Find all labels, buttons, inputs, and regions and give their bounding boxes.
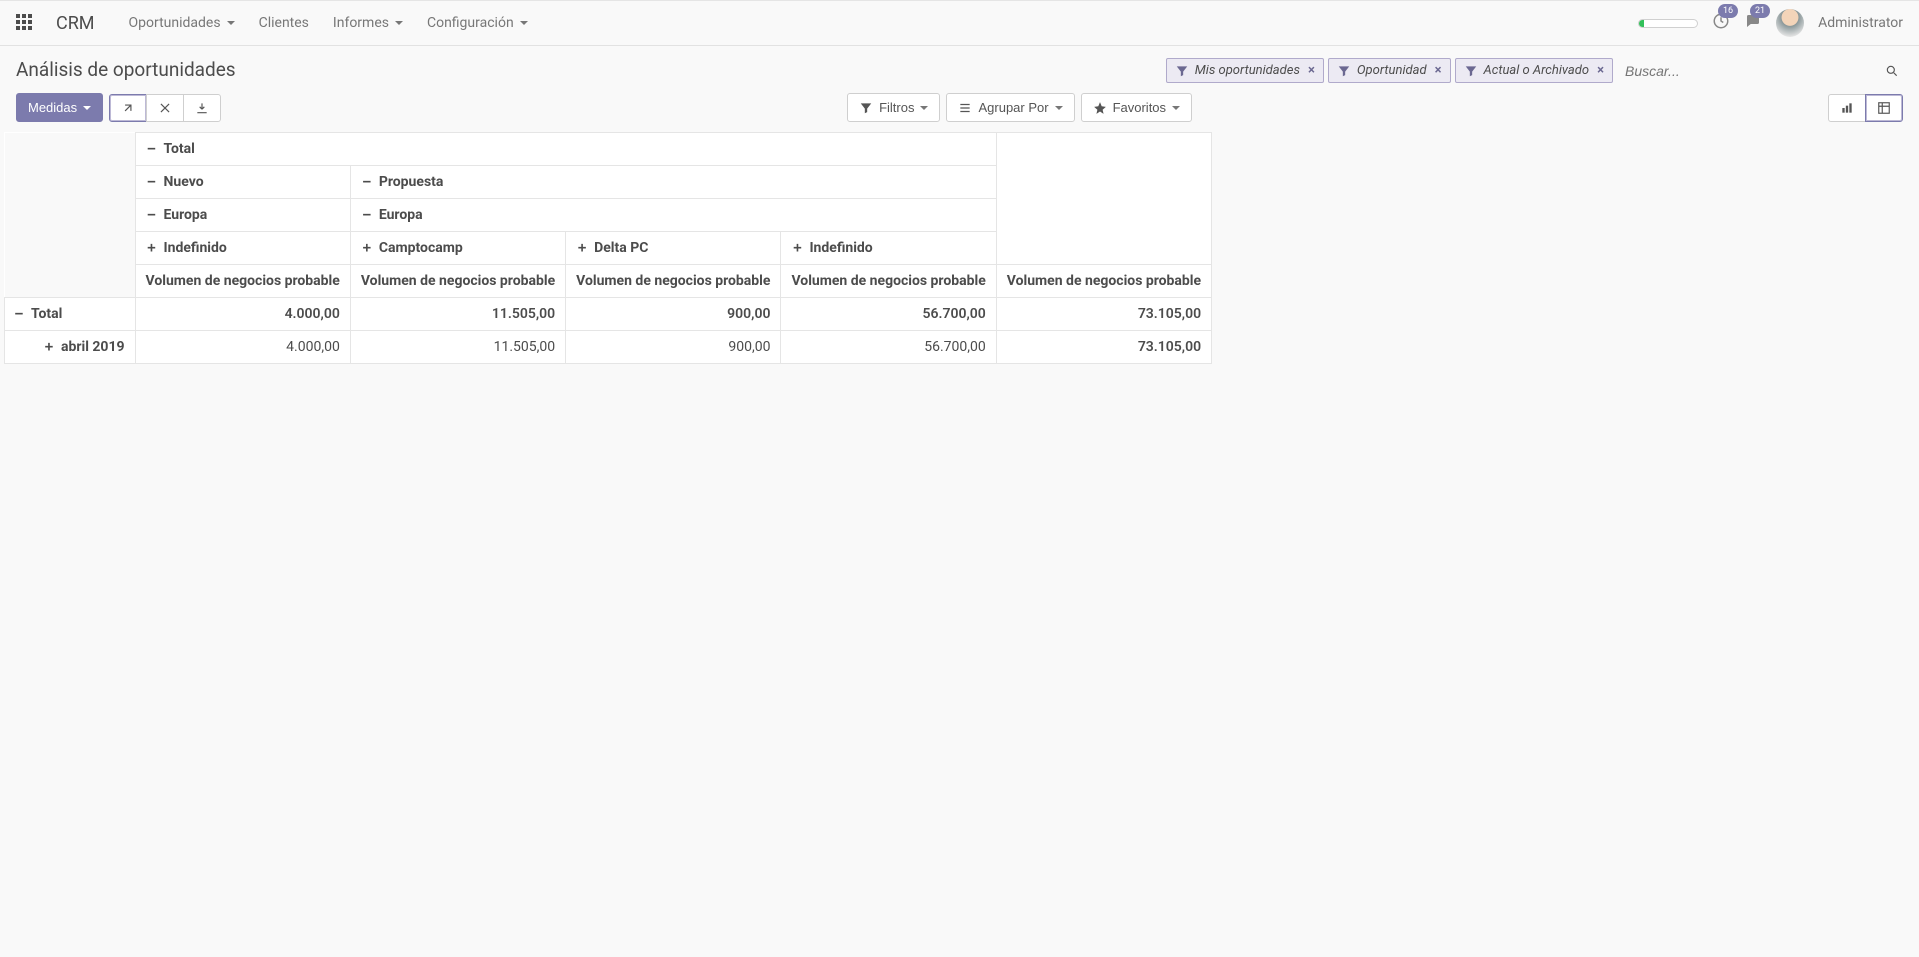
cell: 73.105,00 (996, 298, 1211, 331)
download-button[interactable] (183, 94, 221, 122)
pivot-view-button[interactable] (1865, 94, 1903, 122)
username[interactable]: Administrator (1818, 15, 1903, 31)
bar-chart-icon (1840, 101, 1854, 115)
filter-chip-label: Oportunidad (1357, 63, 1427, 78)
expand-all-button[interactable] (109, 94, 147, 122)
col-header-region[interactable]: −Europa (135, 199, 350, 232)
pivot-icon (1877, 101, 1891, 115)
table-row: +abril 2019 4.000,00 11.505,00 900,00 56… (5, 331, 1212, 364)
pivot-table: −Total −Nuevo −Propuesta −Europa −Europa… (4, 132, 1212, 364)
star-icon (1093, 101, 1107, 115)
search-icon (1885, 64, 1899, 78)
measures-button[interactable]: Medidas (16, 93, 103, 122)
cell: 56.700,00 (781, 331, 996, 364)
search-button[interactable] (1881, 59, 1903, 82)
cell: 900,00 (566, 331, 781, 364)
col-header-stage[interactable]: −Nuevo (135, 166, 350, 199)
filter-chip[interactable]: Oportunidad × (1328, 58, 1451, 83)
search-area: Mis oportunidades × Oportunidad × Actual… (1166, 58, 1903, 83)
funnel-icon (1337, 64, 1351, 78)
funnel-icon (1175, 64, 1189, 78)
filter-chip[interactable]: Mis oportunidades × (1166, 58, 1324, 83)
list-icon (958, 101, 972, 115)
brand[interactable]: CRM (56, 13, 95, 34)
col-header-grand-total (996, 133, 1211, 265)
pivot-corner (5, 133, 136, 298)
col-header-region[interactable]: −Europa (350, 199, 996, 232)
chevron-down-icon (920, 106, 928, 110)
col-header-leaf[interactable]: +Delta PC (566, 232, 781, 265)
measure-header[interactable]: Volumen de negocios probable (566, 265, 781, 298)
measure-header[interactable]: Volumen de negocios probable (135, 265, 350, 298)
measure-header[interactable]: Volumen de negocios probable (781, 265, 996, 298)
filters-label: Filtros (879, 100, 914, 115)
nav-item-label: Oportunidades (129, 15, 221, 31)
col-header-leaf[interactable]: +Indefinido (135, 232, 350, 265)
row-header[interactable]: −Total (5, 298, 136, 331)
control-bar: Análisis de oportunidades Mis oportunida… (0, 46, 1919, 83)
cell: 11.505,00 (350, 298, 565, 331)
measure-header[interactable]: Volumen de negocios probable (350, 265, 565, 298)
cell: 56.700,00 (781, 298, 996, 331)
activity-badge: 16 (1718, 4, 1738, 18)
nav-item-clientes[interactable]: Clientes (247, 15, 321, 31)
funnel-icon (859, 101, 873, 115)
topbar: CRM Oportunidades Clientes Informes Conf… (0, 0, 1919, 46)
col-header-total[interactable]: −Total (135, 133, 996, 166)
row-header[interactable]: +abril 2019 (5, 331, 136, 364)
nav-item-informes[interactable]: Informes (321, 15, 415, 31)
cell: 4.000,00 (135, 331, 350, 364)
measures-label: Medidas (28, 100, 77, 115)
nav-item-label: Clientes (259, 15, 309, 31)
chevron-down-icon (1172, 106, 1180, 110)
filter-chip[interactable]: Actual o Archivado × (1455, 58, 1613, 83)
expand-icon (121, 101, 135, 115)
graph-view-button[interactable] (1828, 94, 1866, 122)
activity-icon[interactable]: 16 (1712, 12, 1730, 34)
cell: 4.000,00 (135, 298, 350, 331)
pivot-action-group (109, 94, 221, 122)
toolbar: Medidas Filtros Agrupar Por Favoritos (0, 83, 1919, 132)
download-icon (195, 101, 209, 115)
close-icon[interactable]: × (1597, 63, 1604, 78)
nav-item-oportunidades[interactable]: Oportunidades (117, 15, 247, 31)
messaging-icon[interactable]: 21 (1744, 12, 1762, 34)
pivot-table-container: −Total −Nuevo −Propuesta −Europa −Europa… (0, 132, 1919, 364)
filters-button[interactable]: Filtros (847, 93, 940, 122)
measure-header[interactable]: Volumen de negocios probable (996, 265, 1211, 298)
table-row: −Total 4.000,00 11.505,00 900,00 56.700,… (5, 298, 1212, 331)
filter-chip-label: Mis oportunidades (1195, 63, 1300, 78)
nav-item-configuracion[interactable]: Configuración (415, 15, 540, 31)
swap-icon (158, 101, 172, 115)
col-header-stage[interactable]: −Propuesta (350, 166, 996, 199)
cell: 900,00 (566, 298, 781, 331)
close-icon[interactable]: × (1308, 63, 1315, 78)
cell: 73.105,00 (996, 331, 1211, 364)
messaging-badge: 21 (1750, 4, 1770, 18)
page-title: Análisis de oportunidades (16, 58, 236, 81)
nav-item-label: Configuración (427, 15, 514, 31)
group-by-button[interactable]: Agrupar Por (946, 93, 1074, 122)
funnel-icon (1464, 64, 1478, 78)
chevron-down-icon (1055, 106, 1063, 110)
chevron-down-icon (83, 106, 91, 110)
view-switcher (1828, 94, 1903, 122)
chevron-down-icon (227, 21, 235, 25)
group-by-label: Agrupar Por (978, 100, 1048, 115)
apps-icon[interactable] (16, 14, 34, 32)
favorites-button[interactable]: Favoritos (1081, 93, 1192, 122)
nav-item-label: Informes (333, 15, 389, 31)
flip-axis-button[interactable] (146, 94, 184, 122)
filter-chip-label: Actual o Archivado (1484, 63, 1590, 78)
chevron-down-icon (520, 21, 528, 25)
close-icon[interactable]: × (1435, 63, 1442, 78)
avatar[interactable] (1776, 9, 1804, 37)
col-header-leaf[interactable]: +Camptocamp (350, 232, 565, 265)
progress-indicator[interactable] (1638, 19, 1698, 28)
chevron-down-icon (395, 21, 403, 25)
search-input[interactable] (1617, 59, 1877, 83)
col-header-leaf[interactable]: +Indefinido (781, 232, 996, 265)
cell: 11.505,00 (350, 331, 565, 364)
favorites-label: Favoritos (1113, 100, 1166, 115)
